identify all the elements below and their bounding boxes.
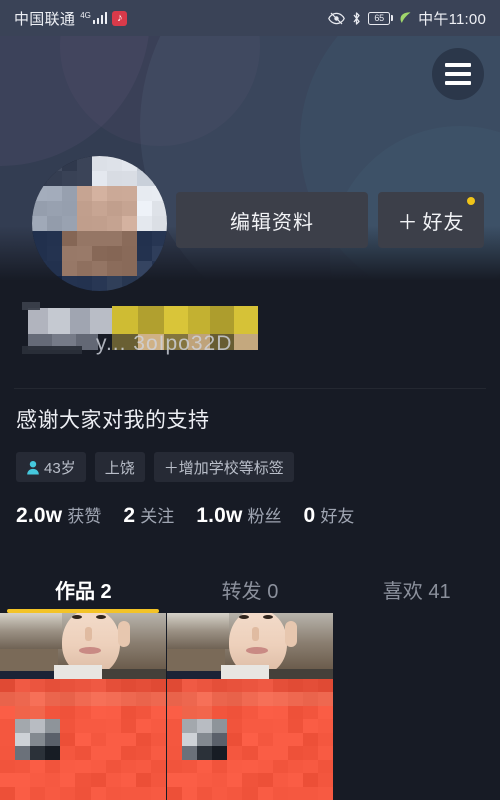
stat-friends[interactable]: 0 好友 <box>304 502 355 528</box>
tab-likes-label: 喜欢 41 <box>382 580 451 603</box>
hamburger-icon-bar <box>445 81 471 85</box>
tag-add-school[interactable]: ＋增加学校等标签 <box>153 452 294 482</box>
app-root: 中国联通 4G ♪ 65 中午11:00 编辑资料 ＋ 好友 y... 3oIp… <box>0 0 500 800</box>
tag-location-label: 上饶 <box>104 459 135 477</box>
carrier-label: 中国联通 <box>14 10 76 28</box>
tab-reposts[interactable]: 转发 0 <box>167 565 334 613</box>
tab-works-label: 作品 2 <box>54 580 112 603</box>
person-icon <box>26 460 40 475</box>
stat-friends-label: 好友 <box>320 507 355 526</box>
stat-followers[interactable]: 1.0w 粉丝 <box>196 502 281 528</box>
hamburger-menu-button[interactable] <box>432 48 484 100</box>
add-friend-label: 好友 <box>422 211 465 234</box>
stat-followers-value: 1.0w <box>196 504 243 527</box>
edit-profile-button[interactable]: 编辑资料 <box>176 192 368 248</box>
tab-works[interactable]: 作品 2 <box>0 565 167 613</box>
stat-likes-value: 2.0w <box>16 504 63 527</box>
profile-bio[interactable]: 感谢大家对我的支持 <box>16 404 210 434</box>
stat-followers-label: 粉丝 <box>247 507 282 526</box>
tag-age[interactable]: 43岁 <box>16 452 86 482</box>
signal-bars-icon <box>92 12 108 24</box>
hamburger-icon-bar <box>445 72 471 76</box>
stat-following-label: 关注 <box>140 507 175 526</box>
leaf-icon <box>399 11 412 25</box>
battery-icon: 65 <box>368 11 394 25</box>
tag-add-school-label: ＋增加学校等标签 <box>163 459 284 477</box>
stat-likes[interactable]: 2.0w 获赞 <box>16 502 101 528</box>
content-tabs: 作品 2 转发 0 喜欢 41 <box>0 565 500 613</box>
douyin-icon: ♪ <box>112 10 128 26</box>
divider <box>14 388 486 389</box>
clock-label: 中午11:00 <box>418 10 486 28</box>
add-friend-button[interactable]: ＋ 好友 <box>378 192 484 248</box>
status-bar-right: 65 中午11:00 <box>328 8 486 29</box>
signal-icon: 4G <box>80 11 108 24</box>
video-grid-empty-slot <box>334 613 500 800</box>
video-thumbnail-2[interactable] <box>167 613 333 800</box>
stat-following-value: 2 <box>123 504 136 527</box>
display-name-text: y... 3oIpo32D <box>96 332 233 355</box>
status-bar-left: 中国联通 4G ♪ <box>14 8 128 29</box>
status-bar: 中国联通 4G ♪ 65 中午11:00 <box>0 0 500 36</box>
hamburger-icon-bar <box>445 63 471 67</box>
stat-likes-label: 获赞 <box>67 507 102 526</box>
tag-age-label: 43岁 <box>44 459 76 477</box>
tab-reposts-label: 转发 0 <box>221 580 279 603</box>
network-type-label: 4G <box>80 11 91 20</box>
video-grid <box>0 613 500 800</box>
avatar[interactable] <box>32 156 167 291</box>
eye-icon <box>328 12 346 25</box>
profile-tags: 43岁 上饶 ＋增加学校等标签 <box>16 452 294 482</box>
tab-likes[interactable]: 喜欢 41 <box>333 565 500 613</box>
video-thumbnail-1[interactable] <box>0 613 166 800</box>
display-name: y... 3oIpo32D <box>14 300 274 360</box>
battery-level-label: 65 <box>368 11 391 25</box>
profile-stats: 2.0w 获赞 2 关注 1.0w 粉丝 0 好友 <box>16 502 354 528</box>
notification-dot-badge <box>467 197 475 205</box>
profile-action-buttons: 编辑资料 ＋ 好友 <box>176 192 484 248</box>
tag-location[interactable]: 上饶 <box>94 452 145 482</box>
plus-icon: ＋ <box>397 211 419 234</box>
bluetooth-icon <box>351 11 362 26</box>
stat-friends-value: 0 <box>303 504 316 527</box>
stat-following[interactable]: 2 关注 <box>123 502 174 528</box>
